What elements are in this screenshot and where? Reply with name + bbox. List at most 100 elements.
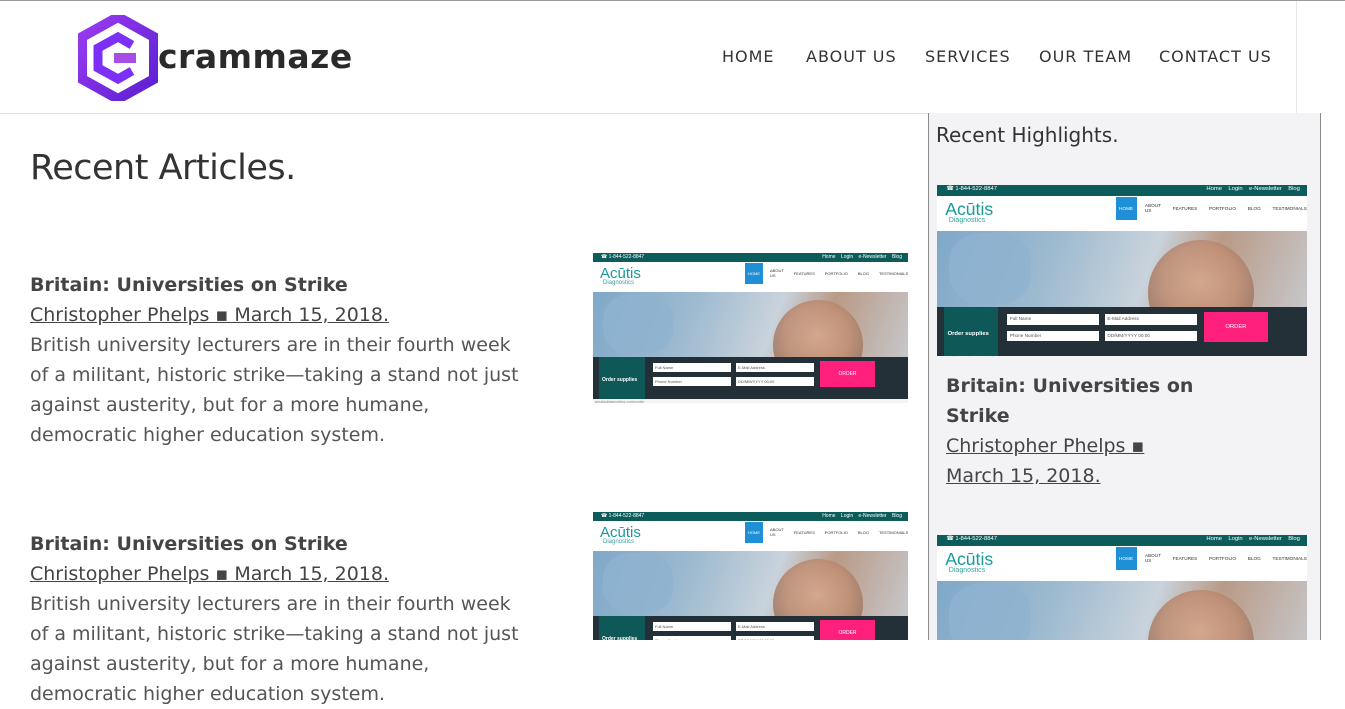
thumb-hero-surgeon — [603, 553, 673, 613]
thumb-phone: ☎ 1-844-522-8847 — [946, 186, 998, 193]
thumb-topbar: ☎ 1-844-522-8847 Home Login e-Newsletter … — [937, 185, 1307, 196]
thumb-menu-item: FEATURES — [1172, 205, 1198, 211]
thumb-topbar: ☎ 1-844-522-8847 Home Login e-Newsletter … — [593, 253, 908, 262]
thumb-menu-item: FEATURES — [793, 529, 815, 535]
thumb-menu: HOME ABOUT US FEATURES PORTFOLIO BLOG TESTIMO… — [745, 521, 908, 543]
nav-home[interactable]: HOME — [722, 47, 775, 66]
thumb-input-field: DD/MM/YYYY 00:00 — [1104, 330, 1197, 342]
highlight-thumbnail[interactable]: ☎ 1-844-522-8847 Home Login e-Newsletter … — [937, 535, 1307, 640]
thumb-order-form: Order supplies Full Name E-Mail Address Pho… — [937, 307, 1307, 357]
thumb-hero-image — [937, 580, 1307, 640]
thumb-brand-sub: Diagnostics — [948, 216, 986, 224]
thumb-footer-url: acutisdiagnostics.com/order — [595, 399, 645, 403]
thumb-brand-sub: Diagnostics — [603, 539, 635, 545]
article-card: Britain: Universities on Strike Christop… — [30, 529, 530, 709]
thumb-input-field: Phone Number — [653, 636, 731, 640]
thumb-hero-person — [1148, 590, 1255, 640]
thumb-order-label: Order supplies — [947, 330, 989, 337]
thumb-menu: HOME ABOUT US FEATURES PORTFOLIO BLOG TESTIMO… — [745, 262, 908, 284]
thumb-brand-sub: Diagnostics — [603, 280, 635, 286]
article-title[interactable]: Britain: Universities on Strike — [30, 529, 530, 559]
thumb-footer-url: acutisdiagnostics.com/order — [939, 356, 997, 357]
thumb-menu-item: FEATURES — [1172, 555, 1198, 561]
thumb-order-form: Order supplies Full Name E-Mail Address Pho… — [593, 357, 908, 399]
thumb-menu-item: BLOG — [857, 529, 869, 535]
thumb-top-links: Home Login e-Newsletter Blog — [822, 513, 902, 519]
article-title[interactable]: Britain: Universities on Strike — [30, 270, 530, 300]
sidebar-title: Recent Highlights. — [936, 123, 1119, 147]
highlight-title[interactable]: Britain: Universities on Strike — [946, 371, 1206, 431]
thumb-phone: ☎ 1-844-522-8847 — [601, 513, 645, 519]
thumb-input-field: E-Mail Address — [736, 363, 814, 372]
thumb-input-field: E-Mail Address — [736, 622, 814, 631]
thumb-menu-item: ABOUT US — [1144, 553, 1161, 564]
thumb-phone: ☎ 1-844-522-8847 — [601, 254, 645, 260]
highlight-thumbnail[interactable]: ☎ 1-844-522-8847 Home Login e-Newsletter … — [937, 185, 1307, 357]
sidebar-recent-highlights: Recent Highlights. ☎ 1-844-522-8847 Home … — [928, 113, 1321, 640]
thumb-hero-surgeon — [948, 233, 1031, 304]
thumb-brand-sub: Diagnostics — [948, 566, 986, 574]
article-thumbnail[interactable]: ☎ 1-844-522-8847 Home Login e-Newsletter … — [593, 253, 908, 403]
site-header: crammaze HOME ABOUT US SERVICES OUR TEAM… — [0, 1, 1296, 114]
thumb-topbar: ☎ 1-844-522-8847 Home Login e-Newsletter … — [937, 535, 1307, 546]
thumb-order-form: Order supplies Full Name E-Mail Address Pho… — [593, 616, 908, 640]
thumb-navbar: Acūtis Diagnostics HOME ABOUT US FEATURES POR… — [593, 262, 908, 292]
header-divider — [1296, 1, 1297, 113]
thumb-navbar: Acūtis Diagnostics HOME ABOUT US FEATURES POR… — [937, 545, 1307, 581]
thumb-menu-item: HOME — [745, 262, 763, 284]
thumb-hero-surgeon — [603, 294, 673, 354]
thumb-input-field: DD/MM/YYYY 00:00 — [736, 377, 814, 386]
nav-about-us[interactable]: ABOUT US — [806, 47, 897, 66]
thumb-menu-item: FEATURES — [793, 270, 815, 276]
thumb-input-field: Full Name — [653, 622, 731, 631]
thumb-navbar: Acūtis Diagnostics HOME ABOUT US FEATURES POR… — [937, 195, 1307, 231]
thumb-menu-item: HOME — [1115, 196, 1137, 221]
thumb-navbar: Acūtis Diagnostics HOME ABOUT US FEATURES POR… — [593, 521, 908, 551]
highlight-author-date-link[interactable]: Christopher Phelps ▪ March 15, 2018. — [946, 431, 1166, 491]
article-author-date-link[interactable]: Christopher Phelps ▪ March 15, 2018. — [30, 300, 530, 330]
nav-contact-us[interactable]: CONTACT US — [1159, 47, 1272, 66]
thumb-menu-item: BLOG — [1247, 205, 1261, 211]
thumb-order-button: ORDER — [1203, 311, 1269, 343]
thumb-menu: HOME ABOUT US FEATURES PORTFOLIO BLOG TESTIMO… — [1115, 196, 1307, 222]
main-nav: HOME ABOUT US SERVICES OUR TEAM CONTACT … — [0, 47, 1296, 67]
thumb-menu-item: HOME — [1115, 546, 1137, 571]
thumb-menu-item: ABOUT US — [1144, 203, 1161, 214]
thumb-phone: ☎ 1-844-522-8847 — [946, 536, 998, 543]
thumb-order-button: ORDER — [820, 361, 875, 387]
thumb-top-links: Home Login e-Newsletter Blog — [822, 254, 902, 260]
thumb-input-field: E-Mail Address — [1104, 314, 1197, 325]
thumb-menu-item: PORTFOLIO — [824, 529, 848, 535]
thumb-menu-item: PORTFOLIO — [1209, 555, 1237, 561]
thumb-menu-item: PORTFOLIO — [1209, 205, 1237, 211]
thumb-menu-item: TESTIMONIALS — [1272, 555, 1307, 561]
thumb-order-label: Order supplies — [602, 636, 638, 640]
article-thumbnail[interactable]: ☎ 1-844-522-8847 Home Login e-Newsletter … — [593, 512, 908, 640]
page-title: Recent Articles. — [30, 148, 296, 188]
thumb-menu-item: TESTIMONIALS — [878, 270, 908, 276]
thumb-topbar: ☎ 1-844-522-8847 Home Login e-Newsletter … — [593, 512, 908, 521]
thumb-input-field: Full Name — [653, 363, 731, 372]
article-card: Britain: Universities on Strike Christop… — [30, 270, 530, 450]
article-excerpt: British university lecturers are in thei… — [30, 593, 519, 705]
thumb-input-field: Full Name — [1007, 314, 1100, 325]
thumb-hero-surgeon — [948, 583, 1031, 640]
thumb-menu-item: TESTIMONIALS — [1272, 205, 1307, 211]
thumb-input-field: Phone Number — [653, 377, 731, 386]
thumb-order-button: ORDER — [820, 620, 875, 640]
thumb-top-links: Home Login e-Newsletter Blog — [1206, 186, 1300, 193]
article-author-date-link[interactable]: Christopher Phelps ▪ March 15, 2018. — [30, 559, 530, 589]
thumb-menu: HOME ABOUT US FEATURES PORTFOLIO BLOG TESTIMO… — [1115, 546, 1307, 572]
nav-services[interactable]: SERVICES — [925, 47, 1011, 66]
thumb-input-field: Phone Number — [1007, 330, 1100, 342]
thumb-menu-item: ABOUT US — [770, 527, 784, 537]
thumb-order-label: Order supplies — [602, 377, 638, 383]
thumb-top-links: Home Login e-Newsletter Blog — [1206, 536, 1300, 543]
thumb-menu-item: BLOG — [857, 270, 869, 276]
thumb-menu-item: BLOG — [1247, 555, 1261, 561]
thumb-menu-item: PORTFOLIO — [824, 270, 848, 276]
thumb-menu-item: ABOUT US — [770, 268, 784, 278]
nav-our-team[interactable]: OUR TEAM — [1039, 47, 1132, 66]
thumb-menu-item: HOME — [745, 521, 763, 543]
thumb-menu-item: TESTIMONIALS — [878, 529, 908, 535]
